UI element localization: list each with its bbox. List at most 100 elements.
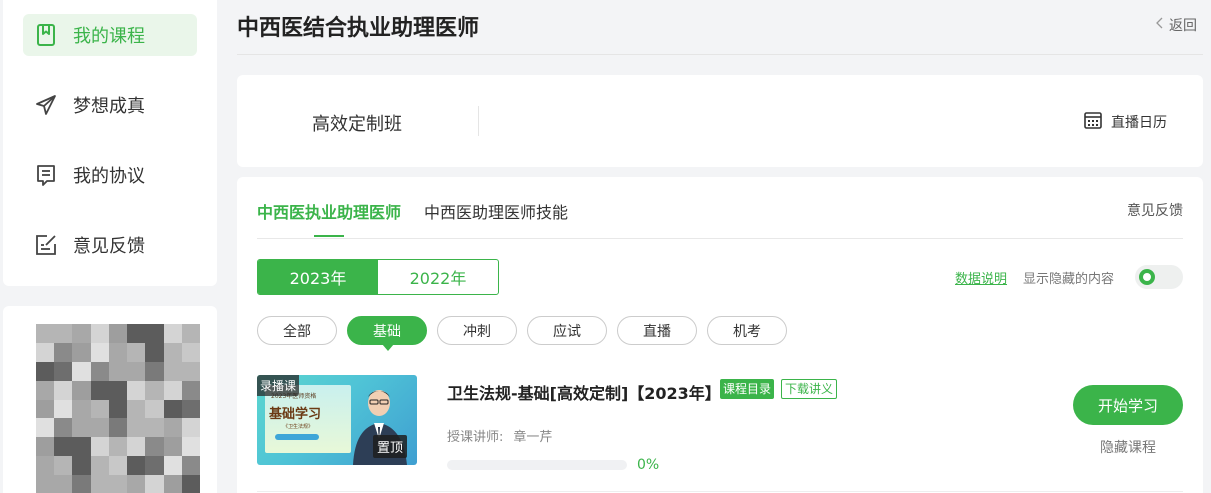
category-all-button[interactable]: 全部	[257, 316, 337, 345]
qr-cell	[72, 361, 91, 381]
qr-cell	[127, 437, 146, 457]
qr-cell	[54, 361, 73, 381]
sidebar-item-label: 我的课程	[73, 26, 145, 47]
qr-cell	[181, 418, 200, 438]
start-learning-button[interactable]: 开始学习	[1073, 385, 1183, 425]
header-divider	[237, 54, 1203, 55]
qr-cell	[163, 456, 182, 476]
sidebar: 我的课程 梦想成真 我的协议 意见反馈	[3, 0, 217, 286]
qr-cell	[127, 342, 146, 362]
qr-cell	[127, 456, 146, 476]
sidebar-item-dream[interactable]: 梦想成真	[23, 84, 197, 126]
progress-percent: 0%	[637, 457, 660, 473]
sidebar-item-label: 意见反馈	[73, 236, 145, 257]
qr-cell	[90, 380, 109, 400]
sidebar-item-label: 梦想成真	[73, 96, 145, 117]
sidebar-item-my-courses[interactable]: 我的课程	[23, 14, 197, 56]
course-thumbnail[interactable]: 2023年医师资格 基础学习 《卫生法规》 录播课 置顶	[257, 375, 417, 465]
edit-icon	[35, 234, 57, 256]
qr-cell	[108, 380, 128, 400]
category-computer-exam-button[interactable]: 机考	[707, 316, 787, 345]
qr-cell	[145, 361, 164, 381]
qr-cell	[90, 399, 109, 419]
qr-cell	[163, 418, 182, 438]
category-basic-button[interactable]: 基础	[347, 316, 427, 345]
qr-cell	[181, 342, 200, 362]
qr-cell	[181, 456, 200, 476]
qr-cell	[145, 437, 164, 457]
qr-cell	[145, 324, 164, 343]
qr-cell	[127, 399, 146, 419]
qr-cell	[72, 456, 91, 476]
qr-cell	[163, 380, 182, 400]
class-name[interactable]: 高效定制班	[312, 110, 402, 136]
qr-cell	[90, 475, 109, 493]
year-2022-button[interactable]: 2022年	[378, 260, 498, 294]
category-exam-button[interactable]: 应试	[527, 316, 607, 345]
pinned-badge: 置顶	[373, 435, 408, 458]
category-live-button[interactable]: 直播	[617, 316, 697, 345]
qr-cell	[145, 456, 164, 476]
qr-cell	[90, 361, 109, 381]
calendar-icon	[1084, 111, 1102, 133]
progress-bar	[447, 460, 627, 470]
qr-cell	[54, 437, 73, 457]
qr-cell	[181, 437, 200, 457]
qr-cell	[163, 342, 182, 362]
qr-cell	[181, 324, 200, 343]
qr-cell	[54, 380, 73, 400]
thumbnail-title: 基础学习	[269, 407, 322, 422]
year-2023-button[interactable]: 2023年	[258, 260, 378, 294]
category-caret-icon	[382, 344, 394, 351]
qr-cell	[108, 437, 128, 457]
live-calendar-button[interactable]: 直播日历	[1084, 111, 1167, 133]
sidebar-item-label: 我的协议	[73, 166, 145, 187]
show-hidden-label: 显示隐藏的内容	[1023, 272, 1115, 287]
chevron-left-icon	[1155, 17, 1163, 33]
back-button[interactable]: 返回	[1155, 15, 1197, 35]
course-catalog-tag[interactable]: 课程目录	[720, 379, 775, 399]
qr-cell	[108, 324, 128, 343]
qr-cell	[108, 475, 128, 493]
tab-practitioner[interactable]: 中西医执业助理医师	[257, 199, 401, 223]
qr-cell	[72, 399, 91, 419]
qr-cell	[90, 456, 109, 476]
sidebar-item-feedback[interactable]: 意见反馈	[23, 224, 197, 266]
qr-cell	[108, 399, 128, 419]
teacher-info: 授课讲师: 章一芹	[447, 426, 552, 445]
sidebar-item-agreement[interactable]: 我的协议	[23, 154, 197, 196]
hide-course-link[interactable]: 隐藏课程	[1100, 437, 1156, 457]
category-sprint-button[interactable]: 冲刺	[437, 316, 517, 345]
teacher-label: 授课讲师:	[447, 430, 504, 445]
qr-cell	[90, 437, 109, 457]
bookmark-icon	[35, 24, 57, 46]
qr-cell	[72, 437, 91, 457]
qr-cell	[181, 399, 200, 419]
qr-cell	[36, 456, 55, 476]
toggle-knob	[1139, 269, 1155, 285]
course-divider	[257, 491, 1183, 492]
qr-cell	[127, 324, 146, 343]
qr-cell	[90, 342, 109, 362]
show-hidden-toggle[interactable]	[1135, 265, 1183, 289]
download-handout-tag[interactable]: 下载讲义	[781, 379, 838, 399]
data-description-link[interactable]: 数据说明	[955, 268, 1007, 287]
qr-cell	[36, 380, 55, 400]
qr-cell	[54, 418, 73, 438]
tab-skills[interactable]: 中西医助理医师技能	[424, 199, 568, 223]
qr-cell	[36, 475, 55, 493]
course-panel: 中西医执业助理医师 中西医助理医师技能 意见反馈 2023年 2022年 数据说…	[237, 177, 1203, 493]
qr-cell	[72, 324, 91, 343]
qr-cell	[127, 361, 146, 381]
qr-cell	[108, 456, 128, 476]
qr-cell	[181, 475, 200, 493]
feedback-link[interactable]: 意见反馈	[1127, 200, 1183, 220]
qr-cell	[163, 324, 182, 343]
course-title[interactable]: 卫生法规-基础[高效定制]【2023年】	[447, 380, 721, 404]
qr-cell	[145, 475, 164, 493]
qr-cell	[72, 342, 91, 362]
qr-cell	[127, 418, 146, 438]
qr-cell	[145, 399, 164, 419]
qr-cell	[36, 418, 55, 438]
qr-cell	[36, 437, 55, 457]
